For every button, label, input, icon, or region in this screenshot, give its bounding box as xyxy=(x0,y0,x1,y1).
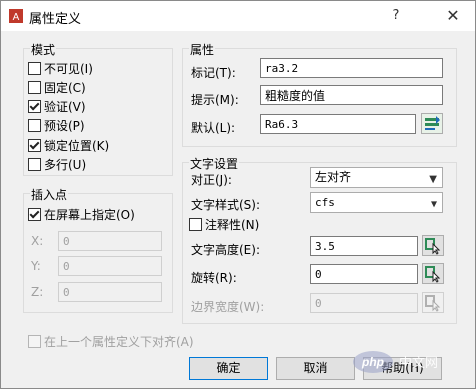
help-question-icon[interactable]: ? xyxy=(385,6,407,26)
pick-point-icon xyxy=(425,266,441,283)
default-label: 默认(L): xyxy=(191,121,236,135)
y-input[interactable]: 0 xyxy=(58,256,162,276)
annotative-checkbox[interactable]: 注释性(N) xyxy=(189,216,259,232)
checkbox-label: 固定(C) xyxy=(44,80,86,95)
php-logo-watermark: php 中文网 xyxy=(353,351,438,373)
justification-value: 左对齐 xyxy=(315,170,352,184)
z-label: Z: xyxy=(31,285,44,299)
invisible-checkbox[interactable]: 不可见(I) xyxy=(28,60,93,76)
checkbox-label: 注释性(N) xyxy=(205,217,260,232)
checkbox-box[interactable] xyxy=(28,118,41,132)
checkbox-label: 锁定位置(K) xyxy=(44,138,110,153)
text-height-label: 文字高度(E): xyxy=(191,243,260,257)
verify-checkbox[interactable]: 验证(V) xyxy=(28,98,86,114)
checkbox-box-checked[interactable] xyxy=(28,138,41,152)
attribute-legend: 属性 xyxy=(189,41,216,58)
x-label: X: xyxy=(31,234,44,248)
chevron-down-icon: ▼ xyxy=(429,174,437,185)
prompt-input[interactable]: 粗糙度的值 xyxy=(260,85,443,105)
pick-rotation-button[interactable] xyxy=(422,263,444,284)
attribute-definition-dialog: A 属性定义 ? ✕ 模式 不可见(I) 固定(C) 验证(V) 预设(P) 锁… xyxy=(0,0,476,389)
tag-label: 标记(T): xyxy=(191,66,236,80)
text-style-label: 文字样式(S): xyxy=(191,198,261,212)
checkbox-box[interactable] xyxy=(28,157,41,171)
pick-height-button[interactable] xyxy=(422,235,444,256)
default-input[interactable]: Ra6.3 xyxy=(260,114,416,134)
checkbox-box-checked[interactable] xyxy=(28,99,41,113)
checkbox-label: 预设(P) xyxy=(44,118,85,133)
checkbox-box[interactable] xyxy=(189,217,202,231)
boundary-width-label: 边界宽度(W): xyxy=(191,300,265,314)
tag-input[interactable]: ra3.2 xyxy=(260,58,443,78)
text-height-input[interactable]: 3.5 xyxy=(310,236,418,256)
window-title: 属性定义 xyxy=(29,12,82,27)
insert-field-button[interactable] xyxy=(421,113,443,134)
justification-label: 对正(J): xyxy=(191,173,232,187)
specify-on-screen-checkbox[interactable]: 在屏幕上指定(O) xyxy=(28,206,135,222)
prompt-label: 提示(M): xyxy=(191,93,239,107)
z-input[interactable]: 0 xyxy=(58,282,162,302)
align-below-checkbox[interactable]: 在上一个属性定义下对齐(A) xyxy=(28,333,194,349)
pick-point-icon xyxy=(425,238,441,255)
rotation-label: 旋转(R): xyxy=(191,271,237,285)
y-label: Y: xyxy=(31,259,41,273)
text-settings-legend: 文字设置 xyxy=(189,155,240,172)
insertion-point-legend: 插入点 xyxy=(30,186,69,203)
pick-point-icon xyxy=(425,295,441,312)
text-style-value: cfs xyxy=(315,196,335,209)
pick-boundary-button[interactable] xyxy=(422,292,444,313)
close-icon[interactable]: ✕ xyxy=(431,1,475,31)
title-bar: A 属性定义 ? ✕ xyxy=(1,1,475,31)
lock-position-checkbox[interactable]: 锁定位置(K) xyxy=(28,137,109,153)
rotation-input[interactable]: 0 xyxy=(310,264,418,284)
multiline-checkbox[interactable]: 多行(U) xyxy=(28,156,86,172)
text-style-select[interactable]: cfs ▼ xyxy=(310,192,443,213)
watermark-cn-text: 中文网 xyxy=(399,356,438,371)
x-input[interactable]: 0 xyxy=(58,231,162,251)
preset-checkbox[interactable]: 预设(P) xyxy=(28,117,85,133)
mode-legend: 模式 xyxy=(30,41,57,58)
checkbox-box-disabled[interactable] xyxy=(28,334,41,348)
checkbox-label: 不可见(I) xyxy=(44,61,93,76)
autocad-app-icon: A xyxy=(9,9,23,23)
watermark-php-text: php xyxy=(361,355,384,369)
constant-checkbox[interactable]: 固定(C) xyxy=(28,79,86,95)
ok-button[interactable]: 确定 xyxy=(189,357,268,380)
checkbox-box-checked[interactable] xyxy=(28,207,41,221)
boundary-width-input[interactable]: 0 xyxy=(310,293,418,313)
svg-text:A: A xyxy=(13,12,20,23)
checkbox-label: 验证(V) xyxy=(44,99,86,114)
checkbox-label: 多行(U) xyxy=(44,157,87,172)
chevron-down-icon: ▼ xyxy=(430,199,437,210)
checkbox-label: 在屏幕上指定(O) xyxy=(44,207,135,222)
checkbox-label: 在上一个属性定义下对齐(A) xyxy=(44,334,194,349)
insert-field-icon xyxy=(425,116,440,130)
checkbox-box[interactable] xyxy=(28,80,41,94)
justification-select[interactable]: 左对齐 ▼ xyxy=(310,167,443,188)
cancel-button[interactable]: 取消 xyxy=(276,357,355,380)
checkbox-box[interactable] xyxy=(28,61,41,75)
